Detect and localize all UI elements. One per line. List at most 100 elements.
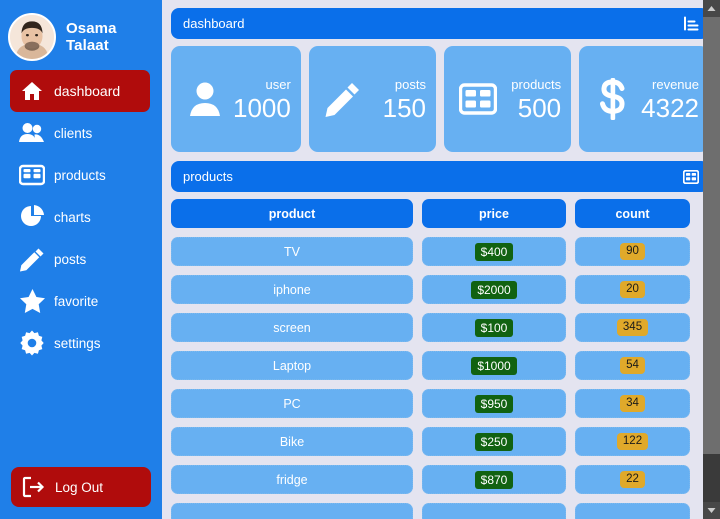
cell-price: $1000: [422, 351, 566, 380]
price-badge: $870: [474, 470, 514, 489]
stat-card-products: products 500: [444, 46, 572, 152]
logout-label: Log Out: [55, 479, 104, 495]
stat-card-value: 500: [517, 92, 562, 123]
products-table: product price count TV $400 90 iphone $2…: [171, 199, 709, 519]
count-badge: 22: [620, 471, 645, 488]
stat-card-label: user: [265, 76, 291, 92]
sidebar-nav: dashboard clients products charts posts …: [0, 70, 162, 364]
cell-product: screen: [171, 313, 413, 342]
scrollbar-track[interactable]: [703, 454, 720, 502]
table-row[interactable]: TV $400 90: [171, 237, 709, 266]
pencil-icon: [315, 81, 371, 117]
sidebar-item-label: charts: [54, 209, 91, 225]
cell-count: 345: [575, 313, 690, 342]
cell-count: 122: [575, 427, 690, 456]
table-row[interactable]: [171, 503, 709, 519]
app-root: Osama Talaat dashboard clients products …: [0, 0, 720, 519]
cell-count: 22: [575, 465, 690, 494]
price-badge: $100: [474, 318, 514, 337]
avatar: [8, 13, 56, 61]
sidebar-item-label: settings: [54, 335, 101, 351]
sidebar-item-favorite[interactable]: favorite: [10, 280, 150, 322]
cell-price: [422, 503, 566, 519]
count-badge: 90: [620, 243, 645, 260]
users-icon: [10, 121, 54, 145]
grid-table-icon: [10, 164, 54, 186]
stat-card-value: 150: [382, 92, 426, 123]
cell-count: 54: [575, 351, 690, 380]
logout-arrow-icon: [11, 476, 55, 498]
bar-chart-icon[interactable]: [684, 16, 699, 31]
stat-card-value: 4322: [641, 92, 699, 123]
sidebar-item-clients[interactable]: clients: [10, 112, 150, 154]
cell-price: $2000: [422, 275, 566, 304]
cell-count: 34: [575, 389, 690, 418]
sidebar-item-label: clients: [54, 125, 93, 141]
stat-card-label: posts: [394, 76, 426, 92]
table-row[interactable]: screen $100 345: [171, 313, 709, 342]
sidebar-item-label: favorite: [54, 293, 99, 309]
page-scrollbar[interactable]: [703, 0, 720, 519]
cell-product: Bike: [171, 427, 413, 456]
cell-product: PC: [171, 389, 413, 418]
sidebar-item-charts[interactable]: charts: [10, 196, 150, 238]
cell-price: $250: [422, 427, 566, 456]
count-badge: 54: [620, 357, 645, 374]
sidebar-item-dashboard[interactable]: dashboard: [10, 70, 150, 112]
column-header-product: product: [171, 199, 413, 228]
scrollbar-thumb[interactable]: [703, 17, 720, 454]
count-badge: 122: [616, 433, 649, 450]
sidebar-item-posts[interactable]: posts: [10, 238, 150, 280]
column-header-price: price: [422, 199, 566, 228]
table-row[interactable]: PC $950 34: [171, 389, 709, 418]
dashboard-panel-header: dashboard: [171, 8, 709, 39]
gear-icon: [10, 330, 54, 356]
stat-card-user: user 1000: [171, 46, 301, 152]
pencil-icon: [10, 247, 54, 272]
cell-count: 90: [575, 237, 690, 266]
table-row[interactable]: iphone $2000 20: [171, 275, 709, 304]
cell-count: [575, 503, 690, 519]
person-icon: [177, 81, 233, 117]
logout-button[interactable]: Log Out: [11, 467, 151, 507]
table-row[interactable]: fridge $870 22: [171, 465, 709, 494]
cell-product: Laptop: [171, 351, 413, 380]
star-icon: [10, 288, 54, 314]
cell-product: TV: [171, 237, 413, 266]
page-title: dashboard: [183, 16, 245, 31]
scroll-down-arrow-icon[interactable]: [703, 502, 720, 519]
profile-block: Osama Talaat: [0, 8, 162, 64]
price-badge: $400: [474, 242, 514, 261]
stat-card-posts: posts 150: [308, 46, 436, 152]
cell-product: iphone: [171, 275, 413, 304]
cell-product: fridge: [171, 465, 413, 494]
count-badge: 34: [620, 395, 645, 412]
grid-table-icon: [450, 83, 506, 115]
table-row[interactable]: Bike $250 122: [171, 427, 709, 456]
stat-cards: user 1000 posts 150 products 500 revenue…: [171, 46, 709, 152]
home-icon: [10, 79, 54, 103]
table-row[interactable]: Laptop $1000 54: [171, 351, 709, 380]
cell-price: $870: [422, 465, 566, 494]
stat-card-label: revenue: [652, 76, 699, 92]
cell-price: $400: [422, 237, 566, 266]
cell-product: [171, 503, 413, 519]
dollar-icon: [585, 78, 641, 120]
count-badge: 20: [620, 281, 645, 298]
sidebar-item-products[interactable]: products: [10, 154, 150, 196]
price-badge: $950: [474, 394, 514, 413]
products-panel-header: products: [171, 161, 709, 192]
cell-count: 20: [575, 275, 690, 304]
scroll-up-arrow-icon[interactable]: [703, 0, 720, 17]
price-badge: $250: [474, 432, 514, 451]
cell-price: $100: [422, 313, 566, 342]
pie-chart-icon: [10, 204, 54, 230]
price-badge: $2000: [471, 280, 517, 299]
stat-card-revenue: revenue 4322: [579, 46, 709, 152]
table-header-row: product price count: [171, 199, 709, 228]
column-header-count: count: [575, 199, 690, 228]
grid-table-icon[interactable]: [683, 169, 699, 184]
stat-card-value: 1000: [233, 92, 291, 123]
sidebar-item-settings[interactable]: settings: [10, 322, 150, 364]
cell-price: $950: [422, 389, 566, 418]
